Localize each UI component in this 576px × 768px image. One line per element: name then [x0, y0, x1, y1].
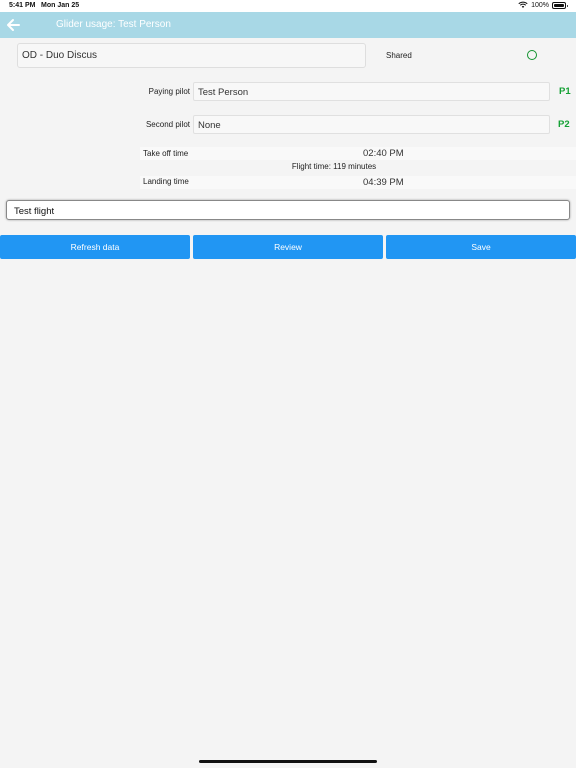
- review-button[interactable]: Review: [193, 235, 383, 259]
- battery-icon: [552, 1, 568, 9]
- glider-select[interactable]: OD - Duo Discus: [17, 43, 366, 68]
- page-title: Glider usage: Test Person: [56, 19, 171, 30]
- navigation-bar: Glider usage: Test Person: [0, 12, 576, 38]
- status-date: Mon Jan 25: [41, 2, 80, 9]
- paying-pilot-select[interactable]: Test Person: [193, 82, 550, 101]
- second-pilot-select[interactable]: None: [193, 115, 550, 134]
- shared-label: Shared: [386, 51, 412, 60]
- wifi-icon: [518, 1, 528, 8]
- battery-percent: 100%: [531, 1, 549, 9]
- takeoff-label: Take off time: [143, 149, 189, 158]
- status-right: 100%: [518, 1, 568, 9]
- second-pilot-badge: P2: [558, 119, 570, 130]
- shared-toggle[interactable]: [527, 50, 537, 60]
- landing-label: Landing time: [143, 177, 189, 186]
- paying-pilot-label: Paying pilot: [148, 87, 190, 96]
- save-button[interactable]: Save: [386, 235, 576, 259]
- takeoff-time[interactable]: 02:40 PM: [363, 148, 404, 159]
- glider-usage-screen: 5:41 PM Mon Jan 25 100% Glider usage: Te…: [0, 0, 576, 768]
- second-pilot-label: Second pilot: [145, 120, 190, 129]
- status-bar: 5:41 PM Mon Jan 25 100%: [0, 0, 576, 12]
- flight-time: Flight time: 119 minutes: [291, 162, 377, 171]
- status-time: 5:41 PM: [9, 2, 36, 9]
- landing-time[interactable]: 04:39 PM: [363, 177, 404, 188]
- arrow-left-icon[interactable]: [6, 18, 20, 32]
- paying-pilot-badge: P1: [559, 86, 571, 97]
- refresh-data-button[interactable]: Refresh data: [0, 235, 190, 259]
- notes-input[interactable]: Test flight: [6, 200, 570, 220]
- takeoff-row: [140, 147, 576, 160]
- home-indicator: [199, 760, 377, 763]
- landing-row: [140, 176, 576, 189]
